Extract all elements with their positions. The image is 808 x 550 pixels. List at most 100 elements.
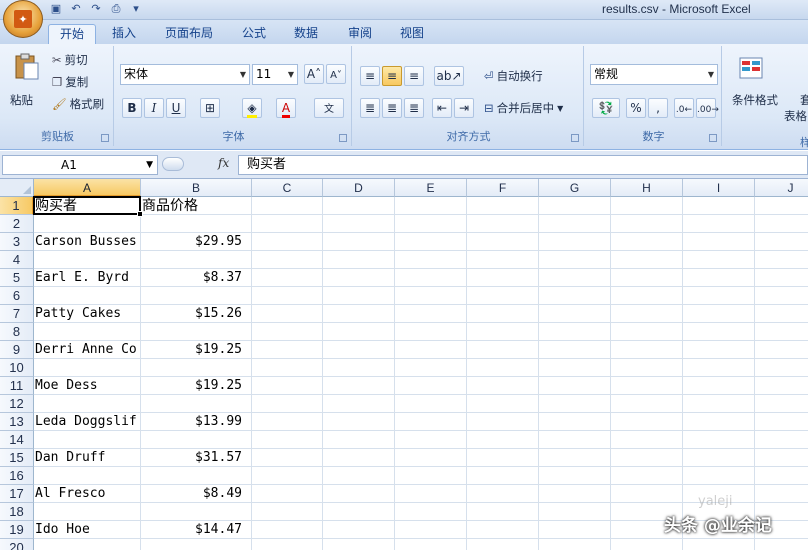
select-all-button[interactable] xyxy=(0,179,34,197)
column-header-j[interactable]: J xyxy=(755,179,808,197)
row-header-15[interactable]: 15 xyxy=(0,449,34,467)
cell-price[interactable]: $19.25 xyxy=(141,377,252,395)
decrease-decimal-button[interactable]: .00→ xyxy=(696,98,719,118)
decrease-indent-button[interactable]: ⇤ xyxy=(432,98,452,118)
fill-handle[interactable] xyxy=(137,211,143,217)
cell-price[interactable]: $8.49 xyxy=(141,485,252,503)
tab-review[interactable]: 审阅 xyxy=(338,24,382,44)
save-icon[interactable]: ▣ xyxy=(48,2,64,16)
row-header-20[interactable]: 20 xyxy=(0,539,34,550)
row-header-14[interactable]: 14 xyxy=(0,431,34,449)
column-header-i[interactable]: I xyxy=(683,179,755,197)
undo-icon[interactable]: ↶ xyxy=(68,2,84,16)
row-header-6[interactable]: 6 xyxy=(0,287,34,305)
redo-icon[interactable]: ↷ xyxy=(88,2,104,16)
cell-buyer[interactable]: Derri Anne Co xyxy=(34,341,141,359)
cell-price[interactable]: $15.26 xyxy=(141,305,252,323)
grow-font-button[interactable]: A˄ xyxy=(304,64,324,84)
align-left-button[interactable]: ≣ xyxy=(360,98,380,118)
font-color-button[interactable]: A xyxy=(276,98,296,118)
cell-buyer[interactable]: Leda Doggslif xyxy=(34,413,141,431)
italic-button[interactable]: I xyxy=(144,98,164,118)
expand-handle-icon[interactable] xyxy=(162,157,184,171)
column-header-d[interactable]: D xyxy=(323,179,395,197)
align-right-button[interactable]: ≣ xyxy=(404,98,424,118)
column-header-e[interactable]: E xyxy=(395,179,467,197)
cell-price[interactable]: $14.47 xyxy=(141,521,252,539)
wrap-text-button[interactable]: ⏎ 自动换行 xyxy=(484,68,543,84)
number-launcher-icon[interactable] xyxy=(709,134,717,142)
row-header-18[interactable]: 18 xyxy=(0,503,34,521)
print-preview-icon[interactable]: ⎙ xyxy=(108,2,124,16)
percent-button[interactable]: % xyxy=(626,98,646,118)
tab-page-layout[interactable]: 页面布局 xyxy=(158,24,220,44)
cell-price[interactable]: $31.57 xyxy=(141,449,252,467)
name-box[interactable]: A1 ▼ xyxy=(2,155,158,175)
borders-button[interactable]: ⊞ xyxy=(200,98,220,118)
spreadsheet-grid[interactable]: A B C D E F G H I J 1 2 3 4 5 6 7 8 9 10 11 12 13 14 15 16 17 18 19 2… xyxy=(0,179,808,550)
cell-buyer[interactable]: Moe Dess xyxy=(34,377,141,395)
fill-color-button[interactable]: ◈ xyxy=(242,98,262,118)
tab-view[interactable]: 视图 xyxy=(390,24,434,44)
number-format-select[interactable]: 常规 ▼ xyxy=(590,64,718,85)
increase-indent-button[interactable]: ⇥ xyxy=(454,98,474,118)
customize-qat-icon[interactable]: ▾ xyxy=(128,2,144,16)
column-header-a[interactable]: A xyxy=(34,179,141,197)
alignment-launcher-icon[interactable] xyxy=(571,134,579,142)
row-header-1[interactable]: 1 xyxy=(0,197,34,215)
align-center-button[interactable]: ≣ xyxy=(382,98,402,118)
row-header-5[interactable]: 5 xyxy=(0,269,34,287)
row-header-3[interactable]: 3 xyxy=(0,233,34,251)
shrink-font-button[interactable]: A˅ xyxy=(326,64,346,84)
row-header-12[interactable]: 12 xyxy=(0,395,34,413)
copy-button[interactable]: ❐ 复制 xyxy=(52,74,88,90)
row-header-17[interactable]: 17 xyxy=(0,485,34,503)
row-header-10[interactable]: 10 xyxy=(0,359,34,377)
insert-function-button[interactable]: fx xyxy=(218,156,229,170)
font-launcher-icon[interactable] xyxy=(339,134,347,142)
cell-price[interactable]: $19.25 xyxy=(141,341,252,359)
increase-decimal-button[interactable]: .0← xyxy=(674,98,694,118)
align-middle-button[interactable]: ≡ xyxy=(382,66,402,86)
underline-button[interactable]: U xyxy=(166,98,186,118)
row-header-11[interactable]: 11 xyxy=(0,377,34,395)
format-as-table-partial[interactable]: 套 xyxy=(800,92,808,108)
column-header-b[interactable]: B xyxy=(141,179,252,197)
format-painter-button[interactable]: 🖌 格式刷 xyxy=(52,96,104,112)
paste-button[interactable]: 粘贴 xyxy=(8,50,44,120)
row-header-19[interactable]: 19 xyxy=(0,521,34,539)
column-header-f[interactable]: F xyxy=(467,179,539,197)
comma-button[interactable]: , xyxy=(648,98,668,118)
orientation-button[interactable]: ab↗ xyxy=(434,66,464,86)
column-header-g[interactable]: G xyxy=(539,179,611,197)
row-header-4[interactable]: 4 xyxy=(0,251,34,269)
bold-button[interactable]: B xyxy=(122,98,142,118)
cell-buyer[interactable]: Dan Druff xyxy=(34,449,141,467)
row-header-8[interactable]: 8 xyxy=(0,323,34,341)
cell-buyer[interactable]: Carson Busses xyxy=(34,233,141,251)
cell-buyer[interactable]: Ido Hoe xyxy=(34,521,141,539)
cell-buyer[interactable]: Al Fresco xyxy=(34,485,141,503)
row-header-13[interactable]: 13 xyxy=(0,413,34,431)
cell-buyer[interactable]: Patty Cakes xyxy=(34,305,141,323)
tab-data[interactable]: 数据 xyxy=(284,24,328,44)
cell-buyer[interactable]: Earl E. Byrd xyxy=(34,269,141,287)
clipboard-launcher-icon[interactable] xyxy=(101,134,109,142)
phonetic-button[interactable]: 文 xyxy=(314,98,344,118)
cell-price[interactable]: $8.37 xyxy=(141,269,252,287)
merge-center-button[interactable]: ⊟ 合并后居中 ▼ xyxy=(484,100,563,116)
conditional-formatting-button[interactable]: 条件格式 xyxy=(732,92,778,108)
cell-price[interactable]: $13.99 xyxy=(141,413,252,431)
align-bottom-button[interactable]: ≡ xyxy=(404,66,424,86)
tab-formulas[interactable]: 公式 xyxy=(232,24,276,44)
cell-b1-price-header[interactable]: 商品价格 xyxy=(141,197,252,215)
align-top-button[interactable]: ≡ xyxy=(360,66,380,86)
office-button[interactable]: ✦ xyxy=(3,0,43,38)
formula-input[interactable]: 购买者 xyxy=(238,155,808,175)
column-header-c[interactable]: C xyxy=(252,179,323,197)
tab-home[interactable]: 开始 xyxy=(48,24,96,44)
row-header-16[interactable]: 16 xyxy=(0,467,34,485)
cut-button[interactable]: ✂ 剪切 xyxy=(52,52,88,68)
row-header-9[interactable]: 9 xyxy=(0,341,34,359)
font-name-select[interactable]: 宋体 ▼ xyxy=(120,64,250,85)
